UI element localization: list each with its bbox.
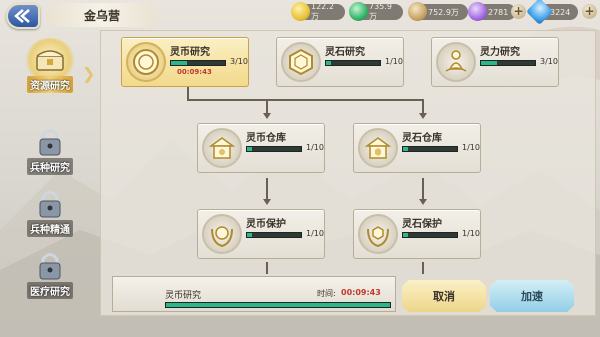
research-card-coin-warehouse[interactable]: 灵币仓库 1/10 (197, 123, 325, 173)
arrow-down-icon (419, 199, 427, 205)
treasure-chest-icon (36, 50, 64, 71)
coin-shield-icon (211, 226, 233, 248)
sidebar-item-label: 兵种研究 (27, 158, 73, 175)
card-name: 灵币保护 (246, 219, 286, 230)
back-arrow-icon (14, 9, 30, 23)
card-progress-fill (403, 233, 409, 237)
resource-wheat: 752.9万 (408, 2, 468, 21)
time-label: 时间: (317, 289, 336, 298)
speed-up-button[interactable]: 加速 (490, 280, 574, 312)
resource-gold: 122.2万 (291, 2, 345, 21)
sidebar: 资源研究 ❯ 兵种研究 兵种精通 医疗研究 (0, 30, 100, 337)
card-progress-fill (326, 61, 332, 65)
card-progress-bar (170, 60, 226, 66)
arrow-down-icon (263, 113, 271, 119)
green-gem-icon (349, 2, 368, 21)
connector (187, 86, 189, 100)
card-level: 1/10 (462, 229, 480, 238)
current-research-name: 灵币研究 (165, 291, 202, 301)
resource-value: 3224 (550, 7, 571, 17)
current-research-progress-fill (166, 303, 390, 307)
coin-icon (133, 49, 159, 75)
resource-value: 2781 (488, 7, 509, 17)
card-name: 灵币研究 (170, 47, 210, 58)
card-name: 灵石仓库 (402, 133, 442, 144)
arrow-down-icon (419, 113, 427, 119)
sidebar-item-troop-mastery[interactable]: 兵种精通 (18, 182, 82, 244)
card-progress-bar (480, 60, 536, 66)
card-level: 1/10 (306, 143, 324, 152)
research-card-coin-research[interactable]: 灵币研究 3/10 00:09:43 (121, 37, 249, 87)
add-purple-button[interactable]: + (511, 4, 526, 19)
card-timer: 00:09:43 (177, 68, 212, 76)
card-level: 1/10 (462, 143, 480, 152)
time-value: 00:09:43 (341, 288, 381, 297)
sidebar-item-medical-research[interactable]: 医疗研究 (18, 244, 82, 306)
resource-purple: 2781 (468, 2, 516, 21)
gold-coin-icon (291, 2, 310, 21)
card-progress-bar (402, 232, 458, 238)
chevron-right-icon: ❯ (82, 64, 96, 83)
connector (266, 178, 268, 200)
card-progress-fill (171, 61, 188, 65)
connector (266, 262, 268, 274)
card-name: 灵石保护 (402, 219, 442, 230)
card-progress-bar (325, 60, 381, 66)
sidebar-item-label: 医疗研究 (27, 282, 73, 299)
card-progress-fill (247, 147, 253, 151)
card-progress-fill (403, 147, 409, 151)
lock-icon (39, 191, 61, 218)
cancel-button[interactable]: 取消 (402, 280, 486, 312)
lock-icon (39, 129, 61, 156)
research-card-stone-warehouse[interactable]: 灵石仓库 1/10 (353, 123, 481, 173)
stone-warehouse-icon (364, 137, 392, 159)
sidebar-item-label: 资源研究 (27, 76, 73, 93)
hexagon-stone-icon (289, 48, 313, 76)
resource-green: 735.9万 (349, 2, 403, 21)
card-progress-fill (481, 61, 498, 65)
meditation-icon (445, 50, 467, 72)
connector (422, 262, 424, 274)
research-card-stone-research[interactable]: 灵石研究 1/10 (276, 37, 404, 87)
card-progress-bar (246, 146, 302, 152)
sidebar-item-resource-research[interactable]: 资源研究 (18, 38, 82, 100)
current-research-progress (165, 302, 391, 308)
sidebar-item-troop-research[interactable]: 兵种研究 (18, 120, 82, 182)
resource-value: 752.9万 (428, 7, 459, 17)
current-research-bar: 灵币研究 时间: 00:09:43 (112, 276, 396, 312)
card-progress-bar (402, 146, 458, 152)
arrow-down-icon (263, 199, 271, 205)
resource-value: 735.9万 (369, 2, 392, 21)
page-title: 金乌营 (46, 3, 158, 27)
connector (422, 100, 424, 114)
connector (422, 178, 424, 200)
research-card-stone-protection[interactable]: 灵石保护 1/10 (353, 209, 481, 259)
stone-shield-icon (367, 226, 389, 248)
card-name: 灵币仓库 (246, 133, 286, 144)
resource-value: 122.2万 (311, 2, 334, 21)
research-card-coin-protection[interactable]: 灵币保护 1/10 (197, 209, 325, 259)
purple-orb-icon (468, 2, 487, 21)
diamond-icon (526, 0, 553, 25)
coin-warehouse-icon (208, 137, 236, 159)
add-diamond-button[interactable]: + (582, 4, 597, 19)
card-level: 3/10 (540, 57, 558, 66)
back-button[interactable] (6, 3, 40, 29)
connector (187, 99, 424, 101)
connector (266, 100, 268, 114)
card-level: 3/10 (230, 57, 248, 66)
lock-icon (39, 253, 61, 280)
card-level: 1/10 (306, 229, 324, 238)
resource-diamond: 3224 (526, 0, 578, 25)
sidebar-item-label: 兵种精通 (27, 220, 73, 237)
wheat-icon (408, 2, 427, 21)
top-bar: 金乌营 122.2万 735.9万 752.9万 2781 + 3224 + (0, 0, 600, 30)
research-card-power-research[interactable]: 灵力研究 3/10 (431, 37, 559, 87)
card-level: 1/10 (385, 57, 403, 66)
card-progress-bar (246, 232, 302, 238)
card-name: 灵力研究 (480, 47, 520, 58)
card-name: 灵石研究 (325, 47, 365, 58)
card-progress-fill (247, 233, 253, 237)
